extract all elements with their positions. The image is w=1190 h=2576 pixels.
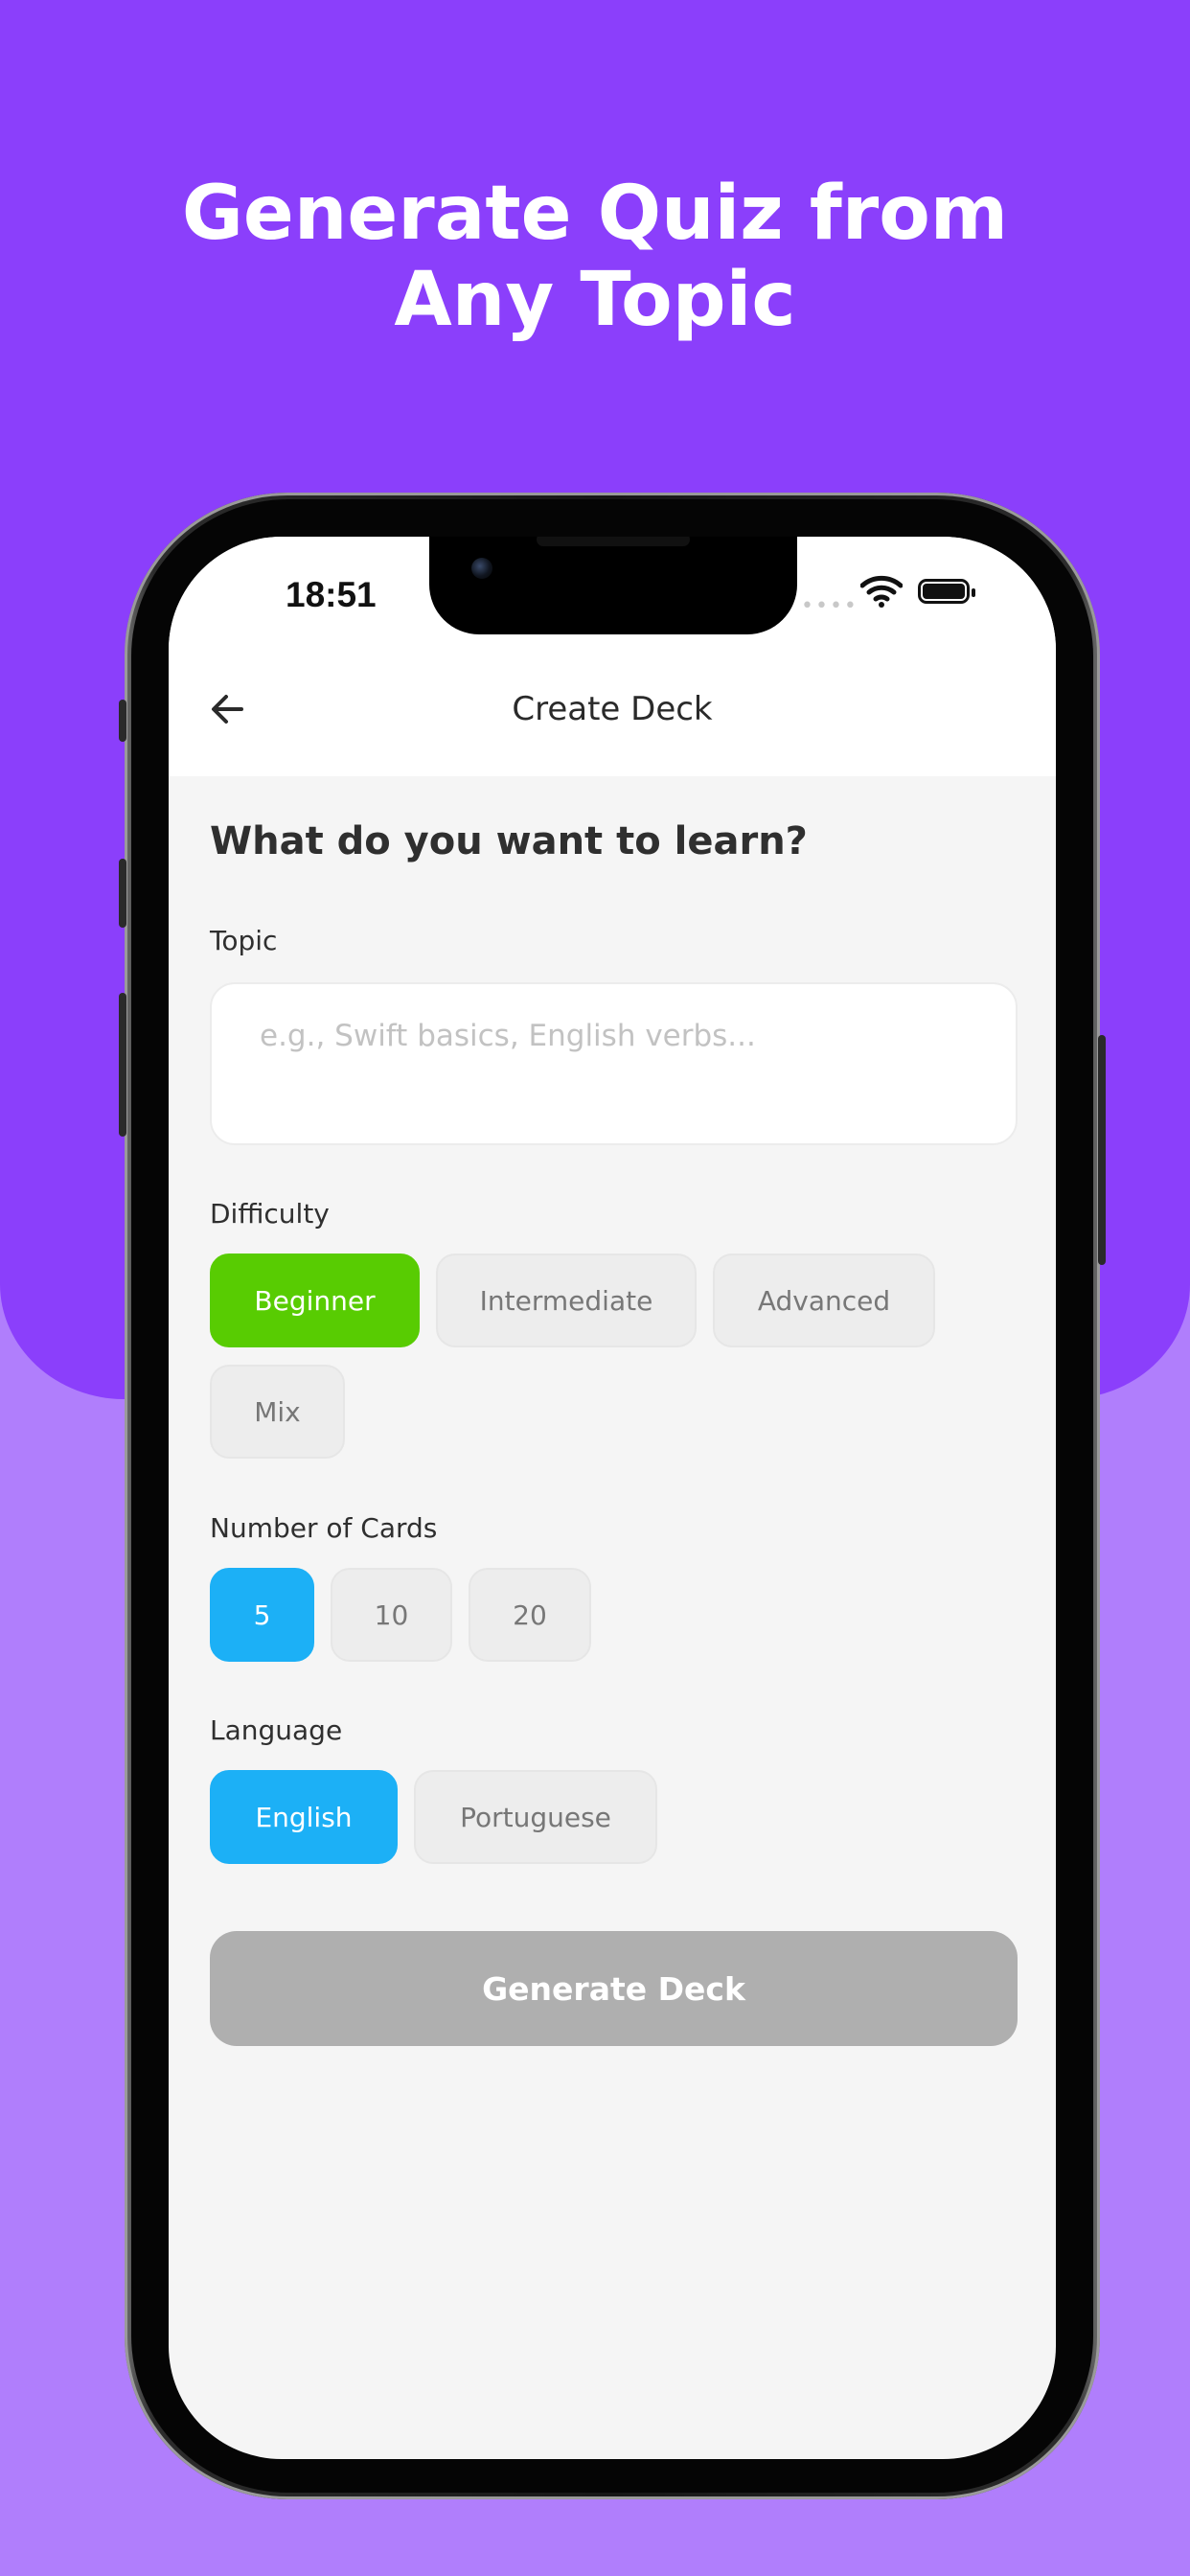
volume-down-button [119,993,126,1137]
cards-option-5[interactable]: 5 [210,1568,314,1662]
difficulty-option-advanced[interactable]: Advanced [713,1254,935,1347]
language-option-portuguese[interactable]: Portuguese [414,1770,657,1864]
mute-switch [119,700,126,742]
wifi-icon [860,575,903,608]
topic-input[interactable]: e.g., Swift basics, English verbs... [210,982,1018,1145]
earpiece-speaker [537,537,690,546]
power-button [1098,1035,1106,1265]
status-time: 18:51 [286,575,377,614]
headline: Generate Quiz from Any Topic [0,171,1190,343]
headline-line-2: Any Topic [394,257,796,343]
difficulty-label: Difficulty [210,1198,330,1230]
difficulty-option-beginner[interactable]: Beginner [210,1254,420,1347]
form-question: What do you want to learn? [210,819,808,863]
battery-icon [918,579,975,604]
cards-option-20[interactable]: 20 [469,1568,591,1662]
topic-label: Topic [210,925,278,956]
language-label: Language [210,1714,343,1746]
navigation-bar: Create Deck [169,652,1056,776]
phone-screen: 18:51 •••• Create Deck What do you want … [169,537,1056,2459]
headline-line-1: Generate Quiz from [181,171,1009,257]
generate-deck-button[interactable]: Generate Deck [210,1931,1018,2046]
cards-label: Number of Cards [210,1512,438,1544]
front-camera [471,558,492,579]
volume-up-button [119,859,126,928]
language-option-english[interactable]: English [210,1770,398,1864]
difficulty-option-intermediate[interactable]: Intermediate [436,1254,697,1347]
difficulty-option-mix[interactable]: Mix [210,1365,345,1459]
page-title: Create Deck [512,690,713,728]
cards-option-10[interactable]: 10 [331,1568,452,1662]
notch [429,537,797,634]
signal-dots-icon: •••• [801,594,858,618]
